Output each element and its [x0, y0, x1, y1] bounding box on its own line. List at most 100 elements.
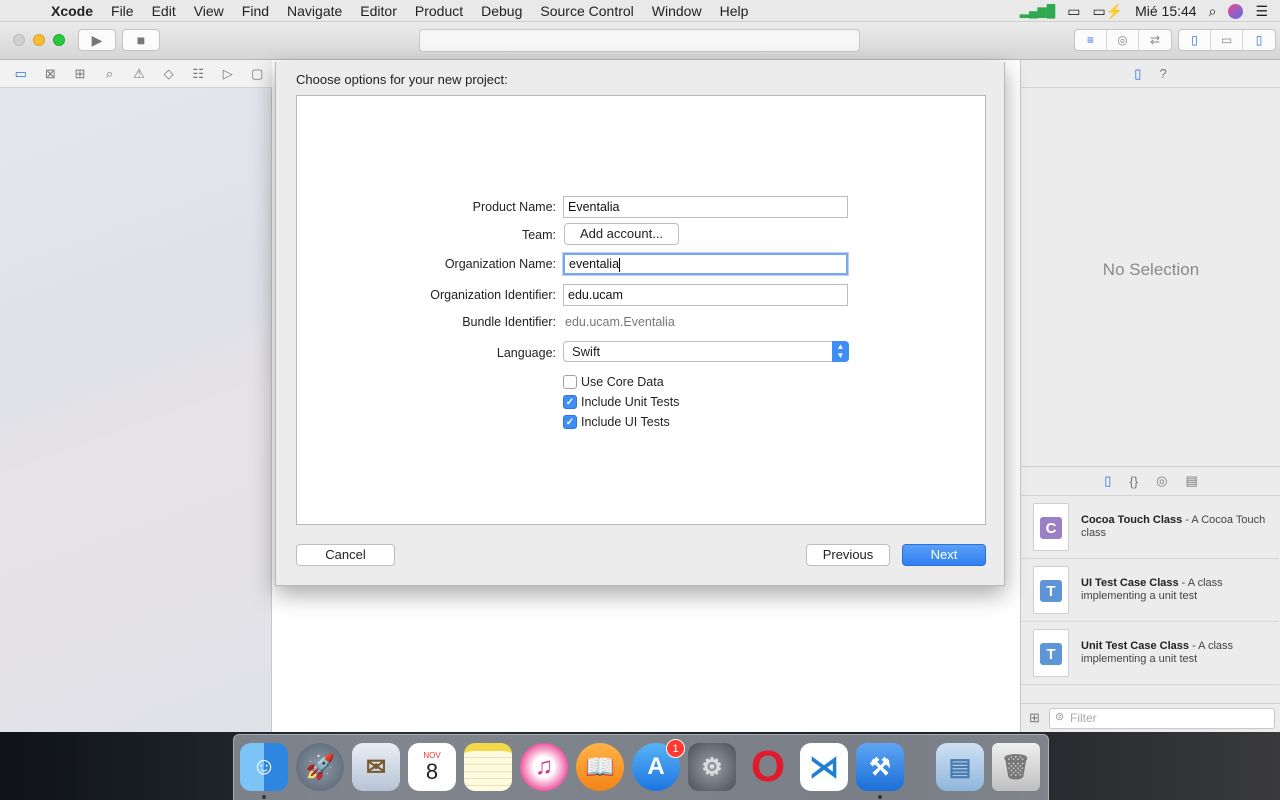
breakpoint-navigator-icon[interactable]: ▷ — [213, 66, 243, 82]
mail-icon[interactable]: ✉ — [352, 743, 400, 791]
menu-navigate[interactable]: Navigate — [278, 0, 351, 22]
view-toggle-control[interactable]: ▯ ▭ ▯ — [1178, 29, 1276, 51]
opera-icon[interactable]: O — [744, 742, 792, 791]
project-navigator-icon[interactable]: ▭ — [6, 66, 36, 82]
include-ui-tests-checkbox[interactable]: ✓ Include UI Tests — [563, 414, 670, 430]
debug-area-toggle-icon[interactable]: ▭ — [1211, 30, 1243, 50]
trash-icon[interactable]: 🗑 — [992, 743, 1040, 791]
utilities-toggle-icon[interactable]: ▯ — [1243, 30, 1275, 50]
organization-identifier-field[interactable]: edu.ucam — [563, 284, 848, 306]
media-library-icon[interactable]: ▤ — [1185, 473, 1197, 489]
running-indicator — [878, 795, 882, 799]
menu-find[interactable]: Find — [233, 0, 278, 22]
test-case-class-icon: T — [1033, 629, 1069, 677]
checkbox-empty-icon[interactable] — [563, 375, 577, 389]
previous-button[interactable]: Previous — [806, 544, 890, 566]
library-item[interactable]: C Cocoa Touch Class - A Cocoa Touch clas… — [1021, 496, 1279, 559]
editor-mode-control[interactable]: ≡ ◎ ⇄ — [1074, 29, 1172, 51]
notification-center-icon[interactable]: ☰ — [1255, 3, 1268, 20]
filter-icon: ⊜ — [1055, 711, 1065, 723]
menu-source-control[interactable]: Source Control — [531, 0, 642, 22]
version-editor-icon[interactable]: ⇄ — [1139, 30, 1171, 50]
menu-items: Xcode File Edit View Find Navigate Edito… — [42, 0, 757, 22]
zoom-button[interactable] — [53, 34, 65, 46]
airplay-icon[interactable]: ▭ — [1067, 3, 1080, 20]
symbol-navigator-icon[interactable]: ⊞ — [65, 66, 95, 82]
product-name-field[interactable]: Eventalia — [563, 196, 848, 218]
quick-help-icon[interactable]: ? — [1159, 66, 1166, 81]
stop-button[interactable]: ■ — [122, 29, 160, 51]
ibooks-icon[interactable]: 📖 — [576, 743, 624, 791]
calendar-icon[interactable]: NOV 8 — [408, 743, 456, 791]
menu-xcode[interactable]: Xcode — [42, 0, 102, 22]
minimize-button[interactable] — [33, 34, 45, 46]
activity-viewer — [419, 29, 860, 52]
menu-product[interactable]: Product — [406, 0, 472, 22]
organization-name-label: Organization Name: — [444, 257, 556, 271]
siri-icon[interactable] — [1228, 3, 1244, 19]
assistant-editor-icon[interactable]: ◎ — [1107, 30, 1139, 50]
notes-icon[interactable] — [464, 743, 512, 791]
include-unit-tests-label: Include Unit Tests — [581, 395, 680, 409]
close-button[interactable] — [13, 34, 25, 46]
finder-icon[interactable]: ☺ — [240, 743, 288, 791]
grid-view-icon[interactable]: ⊞ — [1029, 710, 1040, 726]
product-name-row: Product Name: Eventalia — [297, 196, 987, 220]
language-select[interactable]: Swift ▲ ▼ — [563, 341, 849, 362]
system-preferences-icon[interactable]: ⚙ — [688, 743, 736, 791]
checkmark-icon[interactable]: ✓ — [563, 415, 577, 429]
debug-navigator-icon[interactable]: ☷ — [183, 66, 213, 82]
filter-input[interactable]: Filter — [1049, 708, 1275, 729]
standard-editor-icon[interactable]: ≡ — [1075, 30, 1107, 50]
battery-icon[interactable]: ▭⚡ — [1092, 3, 1123, 20]
menu-view[interactable]: View — [185, 0, 233, 22]
test-navigator-icon[interactable]: ◇ — [154, 66, 184, 82]
no-selection-label: No Selection — [1102, 260, 1200, 279]
menu-editor[interactable]: Editor — [351, 0, 406, 22]
issue-navigator-icon[interactable]: ⚠ — [124, 66, 154, 82]
status-area: ▂▄▆█ ▭ ▭⚡ Mié 15:44 ⌕ ☰ — [1020, 0, 1280, 22]
menu-window[interactable]: Window — [643, 0, 711, 22]
find-navigator-icon[interactable]: ⌕ — [95, 66, 125, 82]
code-snippet-library-icon[interactable]: {} — [1129, 474, 1138, 489]
menu-help[interactable]: Help — [711, 0, 758, 22]
cancel-button[interactable]: Cancel — [296, 544, 395, 566]
vscode-icon[interactable]: ⋊ — [800, 743, 848, 791]
clock[interactable]: Mié 15:44 — [1135, 3, 1196, 19]
menu-edit[interactable]: Edit — [143, 0, 185, 22]
test-case-class-icon: T — [1033, 566, 1069, 614]
run-button[interactable]: ▶ — [78, 29, 116, 51]
next-button[interactable]: Next — [902, 544, 986, 566]
navigator-toggle-icon[interactable]: ▯ — [1179, 30, 1211, 50]
checkmark-icon[interactable]: ✓ — [563, 395, 577, 409]
menu-debug[interactable]: Debug — [472, 0, 531, 22]
add-account-button[interactable]: Add account... — [564, 223, 679, 245]
window-toolbar: ▶ ■ ≡ ◎ ⇄ ▯ ▭ ▯ — [0, 22, 1280, 60]
file-inspector-icon[interactable]: ▯ — [1134, 66, 1141, 82]
language-row: Language: Swift ▲ ▼ — [297, 341, 987, 366]
organization-name-field[interactable]: eventalia — [563, 253, 848, 275]
downloads-folder-icon[interactable]: ▤ — [936, 743, 984, 791]
library-item[interactable]: T Unit Test Case Class - A class impleme… — [1021, 622, 1279, 685]
spotlight-search-icon[interactable]: ⌕ — [1209, 3, 1217, 20]
navigator-area — [0, 88, 272, 732]
team-row: Team: Add account... — [297, 223, 987, 248]
dock: ☺ 🚀 ✉ NOV 8 ♫ 📖 A 1 ⚙ O ⋊ ⚒ ▤ 🗑 — [233, 734, 1049, 800]
xcode-icon[interactable]: ⚒ — [856, 743, 904, 791]
library-item[interactable]: T UI Test Case Class - A class implement… — [1021, 559, 1279, 622]
library-item-text: Unit Test Case Class - A class implement… — [1081, 640, 1234, 665]
launchpad-icon[interactable]: 🚀 — [296, 743, 344, 791]
include-unit-tests-checkbox[interactable]: ✓ Include Unit Tests — [563, 394, 679, 410]
bundle-identifier-value: edu.ucam.Eventalia — [565, 315, 675, 329]
report-navigator-icon[interactable]: ▢ — [243, 66, 273, 82]
source-control-navigator-icon[interactable]: ⊠ — [36, 66, 66, 82]
signal-icon[interactable]: ▂▄▆█ — [1020, 4, 1055, 18]
calendar-day: 8 — [425, 758, 439, 784]
file-template-library-icon[interactable]: ▯ — [1104, 473, 1111, 489]
library-tabs: ▯ {} ◎ ▤ — [1021, 466, 1280, 496]
itunes-icon[interactable]: ♫ — [520, 743, 568, 791]
object-library-icon[interactable]: ◎ — [1156, 473, 1167, 489]
use-core-data-checkbox[interactable]: Use Core Data — [563, 374, 664, 390]
menu-file[interactable]: File — [102, 0, 143, 22]
language-label: Language: — [496, 346, 556, 360]
